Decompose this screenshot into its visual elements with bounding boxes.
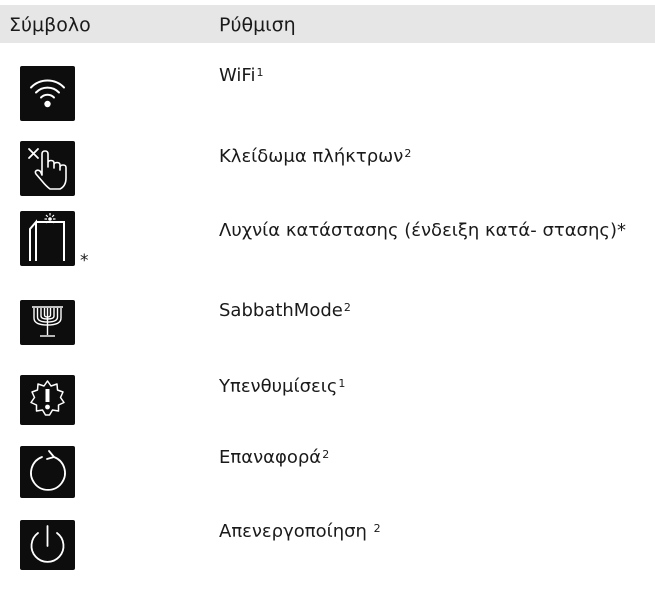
reminder-gear-icon [20,375,75,425]
status-light-icon [20,211,75,266]
asterisk-marker: * [80,251,89,271]
row-label: Λυχνία κατάστασης (ένδειξη κατά- στασης)… [219,220,626,241]
table-header: Σύμβολο Ρύθμιση [0,5,655,43]
footnote-marker: 2 [373,522,381,535]
footnote-marker: 2 [404,147,412,160]
power-icon [20,520,75,570]
key-lock-icon [20,141,75,196]
row-label: Επαναφορά [219,447,322,468]
header-symbol: Σύμβολο [9,14,91,36]
row-label: SabbathMode [219,300,343,321]
row-label: Κλείδωμα πλήκτρων [219,146,404,167]
footnote-marker: 1 [256,66,264,79]
row-label: Απενεργοποίηση [219,521,373,542]
footnote-marker: 2 [343,301,351,314]
menorah-icon [20,300,75,345]
reset-icon [20,446,75,498]
footnote-marker: 1 [338,377,346,390]
row-label: WiFi [219,65,256,86]
footnote-marker: 2 [322,448,330,461]
header-setting: Ρύθμιση [219,14,296,36]
row-label: Υπενθυμίσεις [219,376,338,397]
wifi-icon [20,66,75,121]
